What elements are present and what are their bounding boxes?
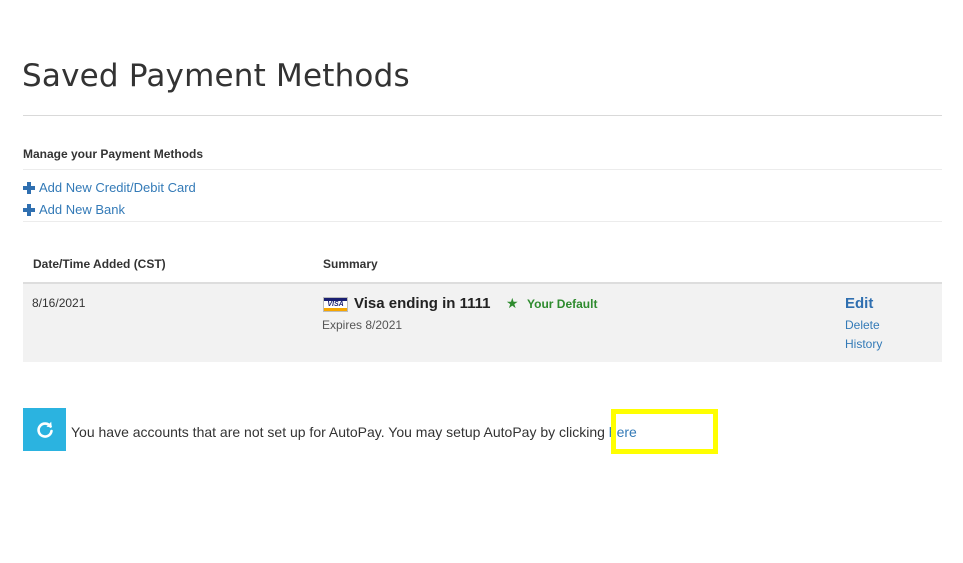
saved-payment-methods-page: Saved Payment Methods Manage your Paymen…	[0, 0, 963, 563]
refresh-icon	[23, 408, 66, 451]
page-title: Saved Payment Methods	[22, 58, 410, 94]
edit-link[interactable]: Edit	[845, 295, 873, 312]
divider	[23, 169, 942, 170]
add-card-link[interactable]: Add New Credit/Debit Card	[23, 180, 196, 195]
autopay-here-link[interactable]: here	[609, 424, 637, 440]
card-name: Visa ending in 1111	[354, 295, 491, 312]
add-card-label: Add New Credit/Debit Card	[39, 180, 196, 195]
add-bank-label: Add New Bank	[39, 202, 125, 217]
column-header-date: Date/Time Added (CST)	[33, 257, 166, 271]
autopay-notice: You have accounts that are not set up fo…	[71, 424, 637, 440]
delete-link[interactable]: Delete	[845, 318, 880, 332]
history-link[interactable]: History	[845, 337, 882, 351]
visa-card-icon: VISA	[323, 297, 348, 312]
star-icon: ★	[506, 295, 519, 311]
refresh-arrow-icon	[36, 421, 53, 438]
card-expiry: Expires 8/2021	[322, 318, 403, 332]
date-added: 8/16/2021	[32, 296, 86, 310]
title-divider	[23, 115, 942, 116]
autopay-message: You have accounts that are not set up fo…	[71, 424, 609, 440]
manage-heading: Manage your Payment Methods	[23, 147, 204, 161]
divider	[23, 221, 942, 222]
table-row: 8/16/2021 VISA Visa ending in 1111 ★ You…	[23, 284, 942, 362]
default-badge: Your Default	[527, 297, 598, 311]
plus-icon	[23, 203, 35, 216]
add-bank-link[interactable]: Add New Bank	[23, 202, 125, 217]
column-header-summary: Summary	[323, 257, 378, 271]
plus-icon	[23, 181, 35, 194]
